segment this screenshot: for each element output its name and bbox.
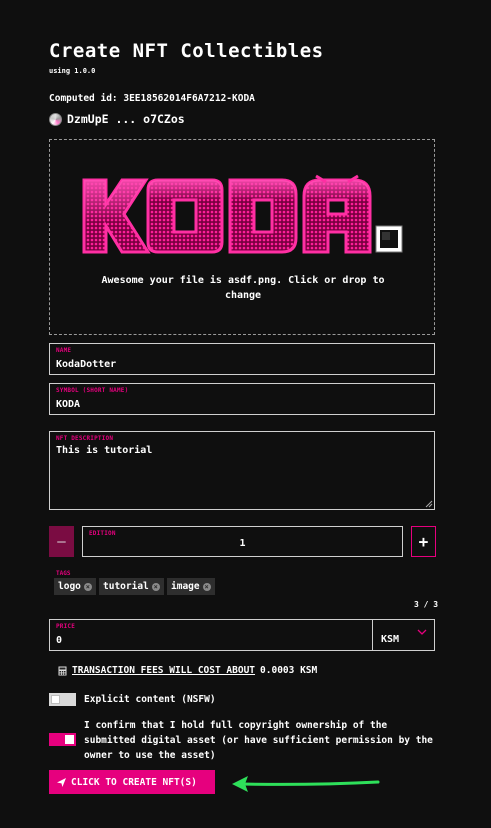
chevron-down-icon xyxy=(417,629,427,635)
remove-tag-icon[interactable]: × xyxy=(151,582,160,591)
version-text: using 1.0.0 xyxy=(49,67,96,75)
remove-tag-icon[interactable]: × xyxy=(202,582,211,591)
create-nft-label: CLICK TO CREATE NFT(S) xyxy=(71,776,197,788)
tag-chip[interactable]: logo × xyxy=(54,578,96,595)
resize-handle-icon[interactable] xyxy=(425,500,433,508)
transaction-fees: TRANSACTION FEES WILL COST ABOUT 0.0003 … xyxy=(58,665,317,676)
description-textarea[interactable]: This is tutorial xyxy=(56,445,152,456)
computed-id: Computed id: 3EE18562014F6A7212-KODA xyxy=(49,93,255,104)
name-input[interactable]: KodaDotter xyxy=(56,359,116,370)
nsfw-toggle[interactable] xyxy=(49,693,76,706)
currency-select[interactable]: KSM xyxy=(372,620,436,650)
green-arrow-annotation xyxy=(232,776,380,792)
edition-input[interactable]: 1 xyxy=(83,538,402,549)
tag-count: 3 / 3 xyxy=(414,600,439,609)
tag-text: tutorial xyxy=(103,581,149,592)
file-dropzone[interactable]: Awesome your file is asdf.png. Click or … xyxy=(49,139,435,335)
fees-link[interactable]: TRANSACTION FEES WILL COST ABOUT xyxy=(72,665,255,676)
calculator-icon xyxy=(58,666,67,675)
tag-chip[interactable]: tutorial × xyxy=(99,578,164,595)
symbol-field[interactable]: SYMBOL (SHORT NAME) KODA xyxy=(49,383,435,415)
send-icon xyxy=(57,777,66,787)
koda-logo-image xyxy=(82,174,403,254)
edition-field[interactable]: EDITION 1 xyxy=(82,526,403,557)
avatar xyxy=(49,112,62,126)
toggle-knob xyxy=(51,695,60,704)
page-title: Create NFT Collectibles xyxy=(49,40,324,62)
dropzone-text: Awesome your file is asdf.png. Click or … xyxy=(101,275,385,301)
tag-text: image xyxy=(171,581,200,592)
edition-label: EDITION xyxy=(89,530,116,537)
copyright-confirm-toggle[interactable] xyxy=(49,733,76,746)
toggle-knob xyxy=(65,735,74,744)
owner-address: DzmUpE ... o7CZos xyxy=(67,112,185,126)
description-field[interactable]: NFT DESCRIPTION This is tutorial xyxy=(49,431,435,510)
tags-label: TAGS xyxy=(56,570,71,577)
symbol-label: SYMBOL (SHORT NAME) xyxy=(56,387,129,394)
tag-text: logo xyxy=(58,581,81,592)
currency-value: KSM xyxy=(381,634,400,645)
price-input[interactable]: 0 xyxy=(56,635,62,646)
owner-account[interactable]: DzmUpE ... o7CZos xyxy=(49,112,185,126)
create-nft-button[interactable]: CLICK TO CREATE NFT(S) xyxy=(49,770,215,794)
name-label: NAME xyxy=(56,347,72,354)
copyright-confirm-label: I confirm that I hold full copyright own… xyxy=(84,720,433,761)
nsfw-label: Explicit content (NSFW) xyxy=(84,694,216,705)
price-field[interactable]: PRICE 0 KSM xyxy=(49,619,435,651)
price-label: PRICE xyxy=(56,623,76,630)
symbol-input[interactable]: KODA xyxy=(56,399,80,410)
description-label: NFT DESCRIPTION xyxy=(56,435,114,442)
fees-amount: 0.0003 KSM xyxy=(260,665,318,676)
remove-tag-icon[interactable]: × xyxy=(83,582,92,591)
name-field[interactable]: NAME KodaDotter xyxy=(49,343,435,375)
decrease-edition-button[interactable]: – xyxy=(49,526,74,557)
increase-edition-button[interactable]: + xyxy=(411,526,436,557)
tag-chip[interactable]: image × xyxy=(167,578,215,595)
